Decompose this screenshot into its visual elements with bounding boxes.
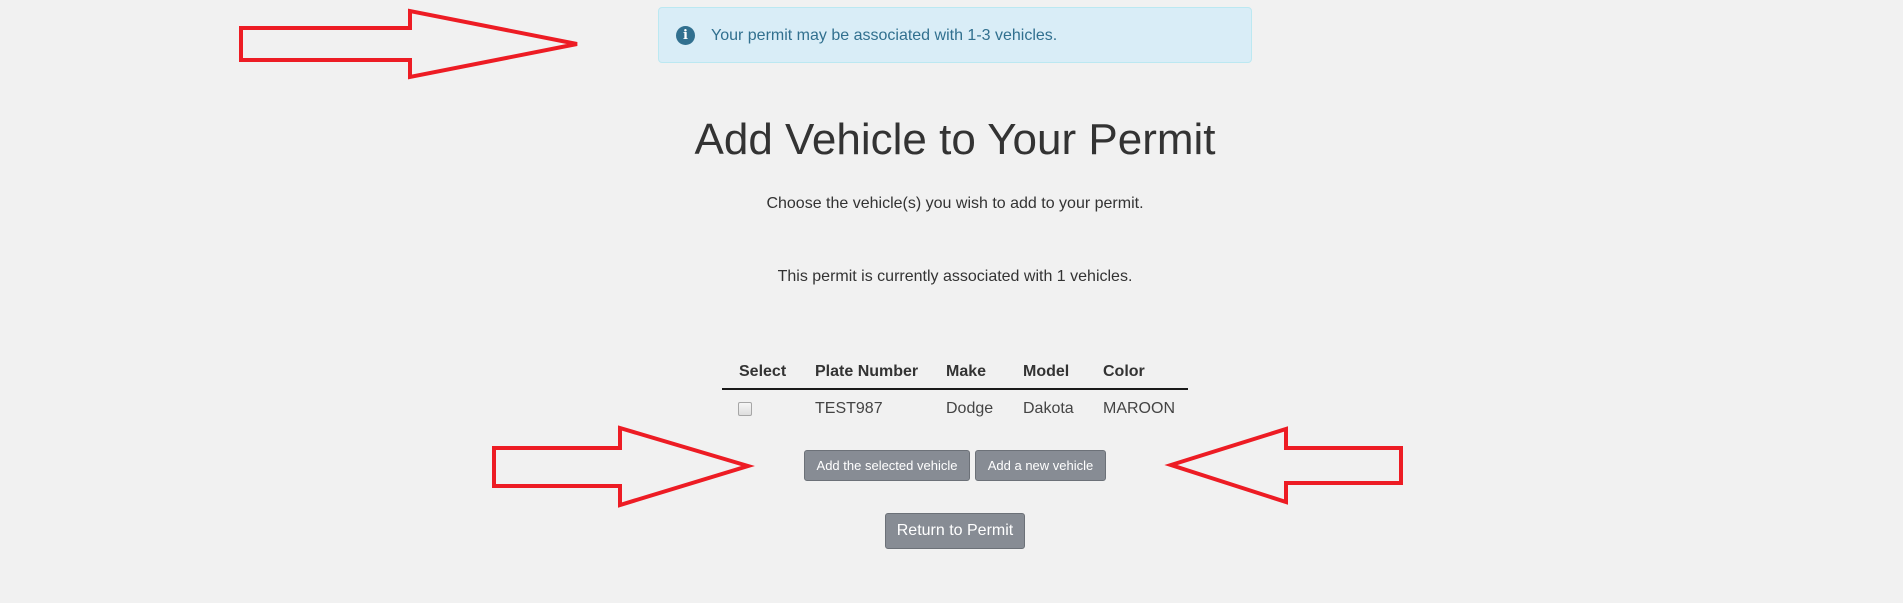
association-status-text: This permit is currently associated with… (777, 268, 1133, 285)
page: i Your permit may be associated with 1-3… (0, 0, 1903, 603)
select-cell (722, 389, 798, 428)
vehicle-table: Select Plate Number Make Model Color TES… (722, 356, 1188, 428)
plate-number-cell: TEST987 (815, 400, 883, 417)
make-cell: Dodge (946, 400, 994, 417)
info-circle-icon: i (676, 26, 695, 45)
red-arrow-right-icon (492, 425, 755, 508)
red-arrow-left-icon (1164, 426, 1403, 505)
table-header-row: Select Plate Number Make Model Color (722, 356, 1188, 390)
column-header-select: Select (722, 356, 798, 390)
return-to-permit-button[interactable]: Return to Permit (885, 513, 1025, 549)
page-title: Add Vehicle to Your Permit (694, 115, 1216, 164)
column-header-make: Make (929, 356, 1006, 390)
column-header-color: Color (1086, 356, 1188, 390)
add-selected-vehicle-button[interactable]: Add the selected vehicle (804, 450, 970, 481)
column-header-plate-number: Plate Number (798, 356, 929, 390)
table-row: TEST987 Dodge Dakota MAROON (722, 389, 1188, 428)
instruction-text: Choose the vehicle(s) you wish to add to… (766, 195, 1144, 212)
color-cell: MAROON (1103, 400, 1175, 417)
add-new-vehicle-button[interactable]: Add a new vehicle (975, 450, 1106, 481)
red-arrow-right-icon (239, 8, 578, 80)
info-alert: i Your permit may be associated with 1-3… (658, 7, 1252, 63)
vehicle-select-checkbox[interactable] (738, 401, 752, 416)
model-cell: Dakota (1023, 400, 1074, 417)
info-alert-text: Your permit may be associated with 1-3 v… (711, 27, 1058, 44)
column-header-model: Model (1006, 356, 1086, 390)
